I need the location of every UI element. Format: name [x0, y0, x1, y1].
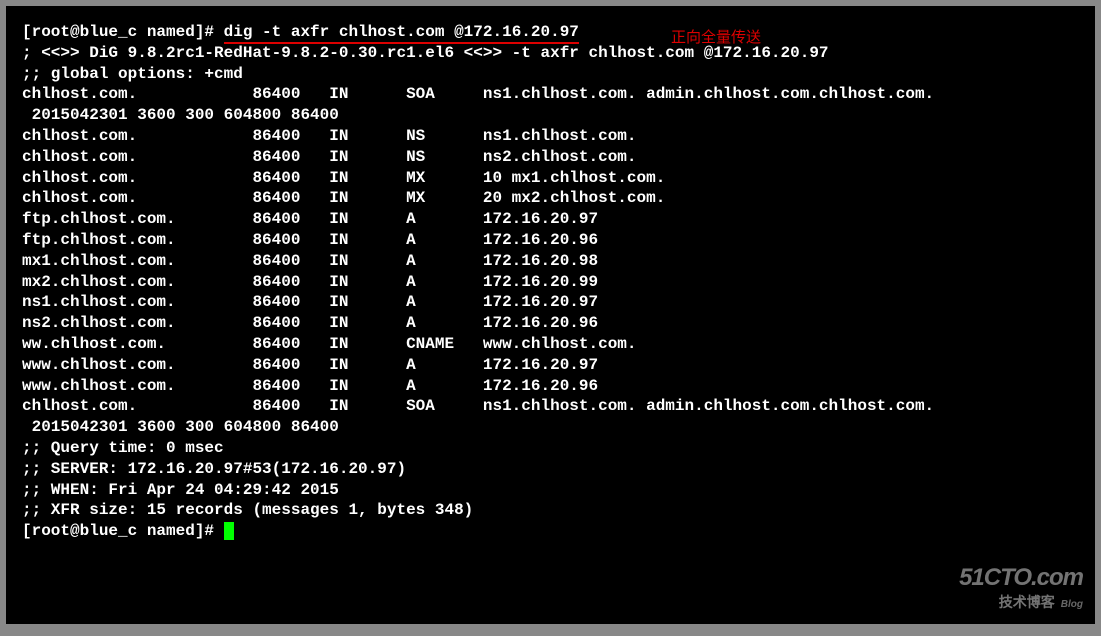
terminal-window[interactable]: [root@blue_c named]# dig -t axfr chlhost… — [6, 6, 1095, 624]
output-line: ;; WHEN: Fri Apr 24 04:29:42 2015 — [22, 480, 1079, 501]
output-line: ww.chlhost.com. 86400 IN CNAME www.chlho… — [22, 334, 1079, 355]
output-line: mx2.chlhost.com. 86400 IN A 172.16.20.99 — [22, 272, 1079, 293]
output-line: ftp.chlhost.com. 86400 IN A 172.16.20.97 — [22, 209, 1079, 230]
watermark-site: 51CTO.com — [959, 562, 1083, 593]
watermark-subtitle: 技术博客 — [999, 594, 1055, 610]
prompt-line-2[interactable]: [root@blue_c named]# — [22, 521, 1079, 542]
output-line: www.chlhost.com. 86400 IN A 172.16.20.97 — [22, 355, 1079, 376]
output-line: ns1.chlhost.com. 86400 IN A 172.16.20.97 — [22, 292, 1079, 313]
output-line: ftp.chlhost.com. 86400 IN A 172.16.20.96 — [22, 230, 1079, 251]
output-line: chlhost.com. 86400 IN SOA ns1.chlhost.co… — [22, 84, 1079, 105]
output-line: mx1.chlhost.com. 86400 IN A 172.16.20.98 — [22, 251, 1079, 272]
output-line: chlhost.com. 86400 IN MX 20 mx2.chlhost.… — [22, 188, 1079, 209]
shell-prompt-2: [root@blue_c named]# — [22, 522, 224, 540]
output-line: chlhost.com. 86400 IN SOA ns1.chlhost.co… — [22, 396, 1079, 417]
output-line: 2015042301 3600 300 604800 86400 — [22, 417, 1079, 438]
prompt-line-1: [root@blue_c named]# dig -t axfr chlhost… — [22, 22, 1079, 43]
output-line: ; <<>> DiG 9.8.2rc1-RedHat-9.8.2-0.30.rc… — [22, 43, 1079, 64]
output-line: chlhost.com. 86400 IN NS ns2.chlhost.com… — [22, 147, 1079, 168]
shell-prompt-1: [root@blue_c named]# — [22, 23, 224, 41]
output-line: chlhost.com. 86400 IN MX 10 mx1.chlhost.… — [22, 168, 1079, 189]
output-line: 2015042301 3600 300 604800 86400 — [22, 105, 1079, 126]
output-line: chlhost.com. 86400 IN NS ns1.chlhost.com… — [22, 126, 1079, 147]
typed-command: dig -t axfr chlhost.com @172.16.20.97 — [224, 23, 579, 44]
output-line: www.chlhost.com. 86400 IN A 172.16.20.96 — [22, 376, 1079, 397]
output-line: ;; Query time: 0 msec — [22, 438, 1079, 459]
annotation-text: 正向全量传送 — [671, 28, 761, 48]
output-line: ns2.chlhost.com. 86400 IN A 172.16.20.96 — [22, 313, 1079, 334]
watermark: 51CTO.com 技术博客 Blog — [959, 562, 1083, 614]
output-line: ;; XFR size: 15 records (messages 1, byt… — [22, 500, 1079, 521]
watermark-blog: Blog — [1061, 599, 1083, 610]
cursor-block — [224, 522, 234, 540]
output-line: ;; global options: +cmd — [22, 64, 1079, 85]
output-line: ;; SERVER: 172.16.20.97#53(172.16.20.97) — [22, 459, 1079, 480]
